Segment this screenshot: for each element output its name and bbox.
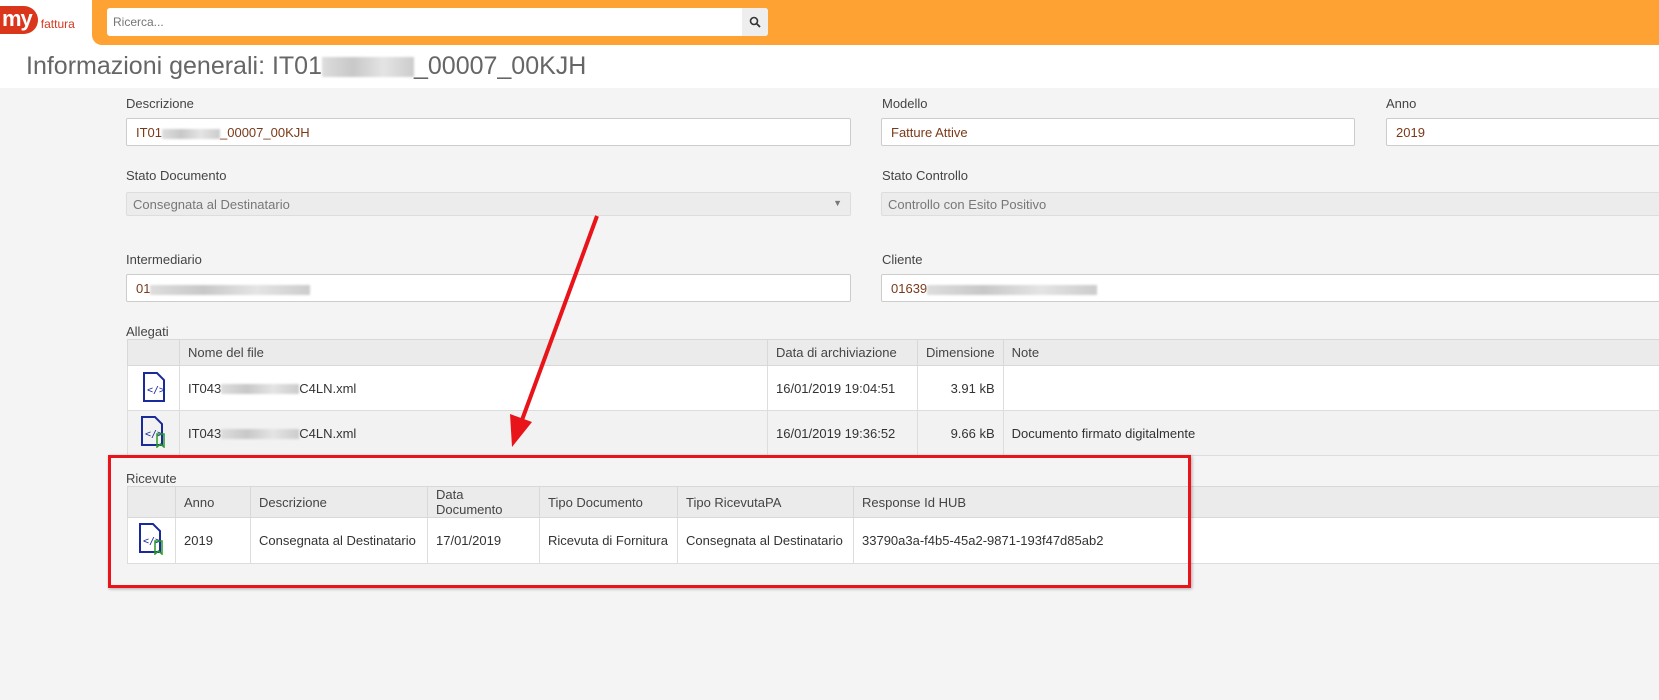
table-header: Nome del file Data di archiviazione Dime… — [127, 339, 1659, 366]
col-icon — [127, 339, 180, 366]
intermediario-field[interactable]: 01 — [126, 274, 851, 302]
search-box — [107, 8, 768, 36]
search-button[interactable] — [742, 8, 768, 36]
search-icon — [749, 16, 761, 28]
modello-field[interactable]: Fatture Attive — [881, 118, 1355, 146]
table-row[interactable]: </> IT043 C4LN.xml 16/01/2019 19:36:52 9.… — [127, 410, 1659, 456]
search-input[interactable] — [107, 8, 742, 36]
file-date: 16/01/2019 19:04:51 — [767, 365, 918, 411]
logo-main: my — [0, 6, 38, 34]
name-prefix: IT043 — [188, 425, 222, 441]
label-descrizione: Descrizione — [126, 96, 194, 111]
svg-text:</>: </> — [147, 385, 165, 396]
label-modello: Modello — [882, 96, 928, 111]
file-note — [1002, 365, 1659, 411]
redacted — [162, 128, 221, 139]
label-stato-controllo: Stato Controllo — [882, 168, 968, 183]
file-size: 3.91 kB — [917, 365, 1004, 411]
value-prefix: 01 — [136, 281, 151, 296]
name-prefix: IT043 — [188, 380, 222, 396]
col-note[interactable]: Note — [1002, 339, 1659, 366]
label-cliente: Cliente — [882, 252, 923, 267]
value-prefix: IT01 — [136, 125, 163, 140]
anno-field[interactable]: 2019 — [1386, 118, 1659, 146]
value-suffix: _00007_00KJH — [220, 125, 310, 140]
select-value: Consegnata al Destinatario — [133, 197, 290, 212]
logo[interactable]: my fattura — [0, 6, 75, 34]
annotation-highlight-box — [108, 455, 1191, 588]
label-intermediario: Intermediario — [126, 252, 202, 267]
redacted — [321, 57, 414, 78]
file-size: 9.66 kB — [917, 410, 1004, 456]
file-date: 16/01/2019 19:36:52 — [767, 410, 918, 456]
top-bar: my fattura Informazioni generali: IT01 _0… — [0, 0, 1659, 88]
allegati-table: Nome del file Data di archiviazione Dime… — [127, 339, 1659, 456]
signed-xml-file-icon[interactable]: </> — [127, 410, 180, 456]
descrizione-field[interactable]: IT01 _00007_00KJH — [126, 118, 851, 146]
col-data[interactable]: Data di archiviazione — [767, 339, 918, 366]
title-suffix: _00007_00KJH — [413, 52, 587, 80]
col-dimensione[interactable]: Dimensione — [917, 339, 1004, 366]
redacted — [150, 284, 311, 295]
file-note: Documento firmato digitalmente — [1002, 410, 1659, 456]
logo-sub: fattura — [40, 17, 75, 31]
name-suffix: C4LN.xml — [299, 380, 357, 396]
redacted — [221, 429, 300, 440]
cliente-field[interactable]: 01639 — [881, 274, 1659, 302]
redacted — [927, 284, 1098, 295]
label-stato-documento: Stato Documento — [126, 168, 227, 183]
page-title: Informazioni generali: IT01 _00007_00KJH — [26, 52, 586, 81]
col-nome-file[interactable]: Nome del file — [179, 339, 768, 366]
file-name[interactable]: IT043 C4LN.xml — [179, 410, 768, 456]
value-prefix: 01639 — [891, 281, 928, 296]
stato-controllo-field[interactable]: Controllo con Esito Positivo — [881, 192, 1659, 216]
xml-file-icon[interactable]: </> — [127, 365, 180, 411]
redacted — [221, 384, 300, 395]
name-suffix: C4LN.xml — [299, 425, 357, 441]
label-anno: Anno — [1386, 96, 1417, 111]
file-name[interactable]: IT043 C4LN.xml — [179, 365, 768, 411]
allegati-label: Allegati — [126, 324, 169, 339]
table-row[interactable]: </> IT043 C4LN.xml 16/01/2019 19:04:51 3.… — [127, 365, 1659, 411]
title-prefix: Informazioni generali: IT01 — [26, 52, 322, 80]
stato-documento-select[interactable]: Consegnata al Destinatario ▼ — [126, 192, 851, 216]
chevron-down-icon: ▼ — [833, 198, 842, 208]
